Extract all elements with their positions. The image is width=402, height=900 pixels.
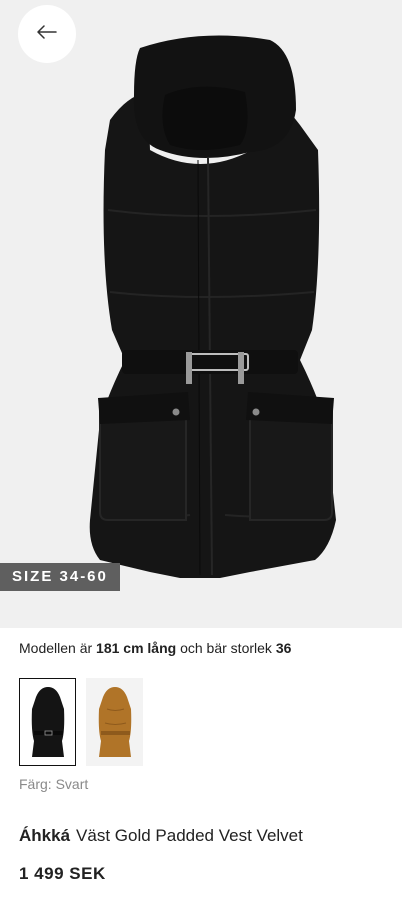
model-info: Modellen är 181 cm lång och bär storlek … [19,640,291,656]
swatch-camel-thumbnail [98,687,132,757]
model-info-middle: och bär storlek [176,640,276,656]
product-name: Väst Gold Padded Vest Velvet [76,826,303,845]
model-info-prefix: Modellen är [19,640,97,656]
product-price: 1 499 SEK [19,864,106,883]
product-title: Áhkká Väst Gold Padded Vest Velvet [19,826,303,846]
swatch-black-thumbnail [31,687,65,757]
color-swatch-black[interactable] [19,678,76,766]
color-swatches [19,678,143,766]
model-size: 36 [275,640,292,656]
size-range-badge: SIZE 34-60 [0,563,120,591]
vest-illustration [89,35,336,578]
brand-name[interactable]: Áhkká [19,826,70,845]
color-swatch-camel[interactable] [86,678,143,766]
product-image[interactable]: SIZE 34-60 [0,0,402,628]
back-button[interactable] [18,5,76,63]
selected-color-label: Färg: Svart [19,776,89,792]
model-height: 181 cm lång [96,640,177,656]
arrow-left-icon [37,24,57,44]
